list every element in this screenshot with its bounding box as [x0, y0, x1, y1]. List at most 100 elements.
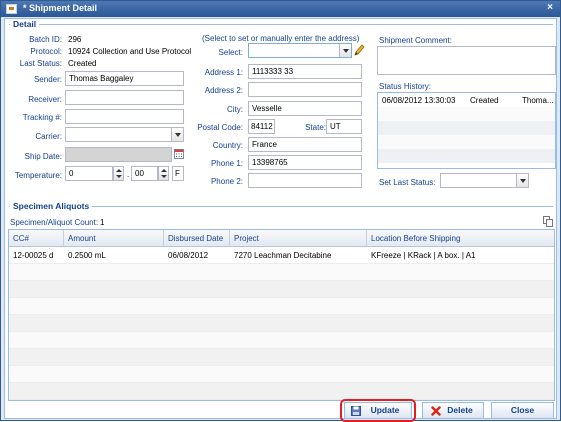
status-history-status: Created — [470, 96, 499, 105]
dialog-body: Detail Batch ID: 296 Protocol: 10924 Col… — [4, 18, 557, 422]
calendar-icon[interactable] — [174, 149, 184, 159]
empty-row — [9, 383, 554, 400]
project-cell: 7270 Leachman Decitabine — [234, 251, 332, 260]
delete-label: Delete — [447, 405, 473, 415]
postal-code-field[interactable]: 84112 — [248, 119, 275, 134]
temperature-whole-field[interactable]: 0 — [65, 166, 113, 181]
protocol-value: 10924 Collection and Use Protocol — [68, 47, 192, 56]
receiver-field[interactable] — [65, 90, 184, 105]
tracking-field[interactable] — [65, 109, 184, 124]
title-bar: * Shipment Detail × — [1, 1, 560, 17]
delete-x-icon — [431, 406, 441, 416]
cc-cell: 12-00025 d — [13, 251, 54, 260]
column-header-project[interactable]: Project — [230, 230, 367, 247]
status-history-label: Status History: — [379, 82, 432, 91]
tracking-label: Tracking #: — [22, 113, 62, 122]
status-history-empty-row — [378, 121, 555, 135]
status-history-grid: 06/08/2012 13:30:03 Created Thoma... — [377, 92, 556, 169]
aliquot-count-value: 1 — [100, 218, 105, 227]
window-title: * Shipment Detail — [23, 3, 98, 13]
carrier-label: Carrier: — [35, 132, 62, 141]
shipment-detail-window: * Shipment Detail × Detail Batch ID: 296… — [0, 0, 561, 422]
save-icon — [351, 406, 361, 416]
detail-legend: Detail — [10, 19, 40, 29]
sender-field[interactable]: Thomas Baggaley — [65, 71, 184, 86]
location-cell: KFreeze | KRack | A box. | A1 — [371, 251, 476, 260]
batch-value: 296 — [68, 35, 82, 44]
close-icon[interactable]: × — [544, 2, 556, 14]
shipment-icon — [6, 4, 17, 14]
set-last-status-label: Set Last Status: — [379, 178, 436, 187]
address-select-dropdown-icon[interactable] — [339, 44, 351, 57]
empty-row — [9, 281, 554, 298]
status-history-user: Thoma... — [522, 96, 554, 105]
update-button[interactable]: Update — [344, 402, 412, 419]
temperature-fraction-field[interactable]: 00 — [131, 166, 158, 181]
receiver-label: Receiver: — [28, 95, 62, 104]
ship-date-field[interactable] — [65, 147, 172, 162]
phone2-label: Phone 2: — [210, 177, 243, 186]
aliquot-count-label: Specimen/Aliquot Count: — [10, 218, 99, 227]
column-header-amount[interactable]: Amount — [64, 230, 164, 247]
city-label: City: — [227, 105, 243, 114]
last-status-label: Last Status: — [19, 59, 62, 68]
temperature-dot: . — [127, 170, 130, 179]
temperature-fraction-spinner-icon[interactable] — [158, 166, 169, 181]
postal-code-label: Postal Code: — [197, 123, 243, 132]
shipment-comment-label: Shipment Comment: — [379, 36, 452, 45]
shipment-comment-field[interactable] — [377, 46, 556, 75]
set-last-status-combo[interactable] — [440, 173, 529, 188]
select-label: Select: — [218, 48, 243, 57]
status-history-date: 06/08/2012 13:30:03 — [382, 96, 456, 105]
close-button[interactable]: Close — [491, 402, 554, 419]
city-field[interactable]: Vesselle — [248, 101, 362, 116]
protocol-label: Protocol: — [30, 47, 62, 56]
amount-cell: 0.2500 mL — [68, 251, 106, 260]
address-hint: (Select to set or manually enter the add… — [202, 34, 360, 43]
address1-label: Address 1: — [204, 68, 243, 77]
batch-label: Batch ID: — [29, 35, 62, 44]
address2-field[interactable] — [248, 82, 362, 97]
last-status-value: Created — [68, 59, 97, 68]
close-label: Close — [510, 405, 535, 415]
column-header-location[interactable]: Location Before Shipping — [367, 230, 554, 247]
delete-button[interactable]: Delete — [422, 402, 484, 419]
status-history-empty-row — [378, 135, 555, 149]
address1-field[interactable]: 1113333 33 — [248, 64, 362, 79]
empty-row — [9, 298, 554, 315]
table-row[interactable]: 12-00025 d 0.2500 mL 06/08/2012 7270 Lea… — [9, 247, 554, 264]
update-label: Update — [370, 405, 400, 415]
empty-row — [9, 332, 554, 349]
ship-date-label: Ship Date: — [24, 152, 62, 161]
carrier-dropdown-icon[interactable] — [171, 128, 183, 141]
sender-label: Sender: — [33, 75, 62, 84]
state-field[interactable]: UT — [326, 119, 362, 134]
column-header-disbursed-date[interactable]: Disbursed Date — [164, 230, 230, 247]
temperature-whole-spinner-icon[interactable] — [113, 166, 124, 181]
country-label: Country: — [212, 141, 243, 150]
address-select-combo[interactable] — [248, 43, 352, 58]
country-field[interactable]: France — [248, 137, 362, 152]
phone1-field[interactable]: 13398765 — [248, 155, 362, 170]
aliquots-grid: CC# Amount Disbursed Date Project Locati… — [8, 229, 555, 401]
phone1-label: Phone 1: — [210, 159, 243, 168]
status-history-empty-row — [378, 107, 555, 121]
empty-row — [9, 349, 554, 366]
empty-row — [9, 264, 554, 281]
copy-icon[interactable] — [543, 216, 553, 227]
temperature-unit: F — [172, 166, 184, 181]
temperature-label: Temperature: — [14, 171, 62, 180]
aliquots-legend: Specimen Aliquots — [10, 201, 93, 211]
column-header-cc[interactable]: CC# — [9, 230, 64, 247]
state-label: State: — [305, 123, 326, 132]
status-history-empty-row — [378, 149, 555, 163]
detail-divider — [9, 24, 553, 25]
carrier-combo[interactable] — [65, 127, 184, 142]
address2-label: Address 2: — [204, 86, 243, 95]
phone2-field[interactable] — [248, 173, 362, 188]
disbursed-date-cell: 06/08/2012 — [168, 251, 209, 260]
pencil-icon[interactable] — [353, 43, 365, 57]
status-history-row[interactable]: 06/08/2012 13:30:03 Created Thoma... — [378, 93, 555, 107]
empty-row — [9, 315, 554, 332]
set-last-status-dropdown-icon[interactable] — [516, 174, 528, 187]
